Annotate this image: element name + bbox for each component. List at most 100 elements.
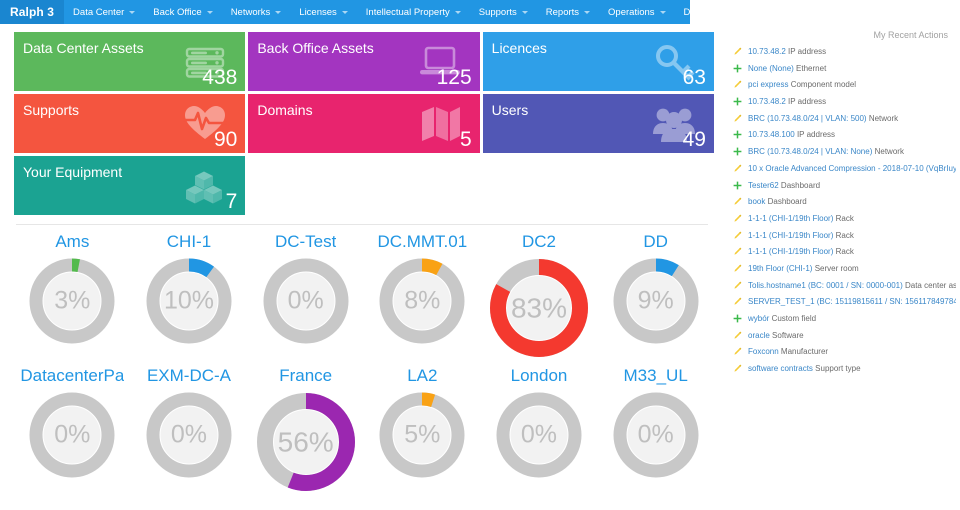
recent-action-text: SERVER_TEST_1 (BC: 15119815611 / SN: 156…: [748, 296, 956, 307]
recent-actions-title: My Recent Actions: [873, 30, 948, 40]
donut-ring: 3%: [28, 257, 116, 345]
donut-chart-dc2: DC2 83%: [481, 231, 598, 359]
recent-action-text: oracle Software: [748, 330, 804, 341]
nav-item-operations[interactable]: Operations: [599, 0, 674, 24]
recent-action-link[interactable]: 1-1-1 (CHI-1/19th Floor): [748, 247, 833, 256]
recent-action-link[interactable]: 10.73.48.2: [748, 97, 786, 106]
recent-action-kind: IP address: [796, 130, 836, 140]
nav-item-reports[interactable]: Reports: [537, 0, 599, 24]
donut-row-1: Ams 3% CHI-1 10% DC-Test 0% DC.MMT.01 8% DC2 83% D…: [14, 231, 714, 359]
tile-back-office-assets[interactable]: Back Office Assets 125: [248, 32, 480, 91]
pencil-icon: [732, 346, 742, 356]
recent-action-link[interactable]: Tolis.hostname1 (BC: 0001 / SN: 0000-001…: [748, 281, 903, 290]
nav-item-settings[interactable]: Settings: [755, 0, 818, 24]
nav-item-label: Back Office: [153, 6, 202, 18]
tile-users[interactable]: Users 49: [482, 94, 714, 153]
app-brand-logo[interactable]: Ralph 3: [0, 0, 65, 24]
donut-inner-disc: [43, 272, 101, 330]
donut-label[interactable]: France: [279, 365, 332, 387]
chevron-down-icon: [341, 10, 348, 14]
recent-action-link[interactable]: 1-1-1 (CHI-1/19th Floor): [748, 214, 833, 223]
tile-title: Domains: [257, 102, 313, 118]
recent-action-link[interactable]: 19th Floor (CHI-1): [748, 264, 812, 273]
donut-label[interactable]: DC.MMT.01: [377, 231, 467, 253]
recent-action-link[interactable]: software contracts: [748, 364, 813, 373]
recent-action-link[interactable]: book: [748, 197, 765, 206]
recent-action-link[interactable]: BRC (10.73.48.0/24 | VLAN: None): [748, 147, 872, 156]
donut-chart-la2: LA2 5%: [364, 365, 481, 493]
recent-action-link[interactable]: pci express: [748, 80, 788, 89]
pencil-icon: [732, 163, 742, 173]
nav-item-data-center[interactable]: Data Center: [64, 0, 144, 24]
recent-action-link[interactable]: BRC (10.73.48.0/24 | VLAN: 500): [748, 114, 867, 123]
recent-action-text: 1-1-1 (CHI-1/19th Floor) Rack: [748, 213, 854, 224]
tile-title: Supports: [23, 102, 80, 118]
donut-ring: 56%: [255, 391, 357, 493]
donut-chart-datacenterpa: DatacenterPa 0%: [14, 365, 131, 493]
donut-label[interactable]: London: [511, 365, 568, 387]
donut-label[interactable]: CHI-1: [167, 231, 211, 253]
tile-licences[interactable]: Licences 63: [482, 32, 714, 91]
nav-item-licenses[interactable]: Licenses: [290, 0, 357, 24]
tile-count: 90: [213, 128, 238, 151]
recent-action-item: oracle Software: [732, 330, 956, 341]
nav-item-dashboards[interactable]: Dashboards: [675, 0, 755, 24]
tile-data-center-assets[interactable]: Data Center Assets 438: [14, 32, 246, 91]
recent-action-link[interactable]: None (None): [748, 64, 794, 73]
recent-action-kind: Network: [874, 147, 904, 157]
recent-action-link[interactable]: Tester62: [748, 181, 779, 190]
recent-action-link[interactable]: 10.73.48.100: [748, 130, 795, 139]
donut-inner-disc: [393, 406, 451, 464]
pencil-icon: [732, 196, 742, 206]
donut-label[interactable]: DC-Test: [275, 231, 336, 253]
pencil-icon: [732, 296, 742, 306]
tile-placeholder: [483, 156, 714, 215]
tile-placeholder: [248, 156, 479, 215]
nav-item-supports[interactable]: Supports: [470, 0, 537, 24]
summary-tiles-grid: Data Center Assets 438 Back Office Assets 1…: [14, 32, 714, 215]
recent-action-link[interactable]: Foxconn: [748, 347, 779, 356]
pencil-icon: [732, 263, 742, 273]
plus-icon: [732, 313, 742, 323]
plus-icon: [732, 180, 742, 190]
tile-domains[interactable]: Domains 5: [248, 94, 480, 153]
chevron-down-icon: [659, 10, 666, 14]
nav-item-networks[interactable]: Networks: [222, 0, 291, 24]
plus-icon: [732, 96, 742, 106]
nav-item-label: Operations: [608, 6, 655, 18]
recent-action-kind: Rack: [835, 213, 854, 223]
recent-action-link[interactable]: wybór: [748, 314, 769, 323]
donut-ring: 10%: [145, 257, 233, 345]
nav-item-back-office[interactable]: Back Office: [144, 0, 221, 24]
tile-your-equipment[interactable]: Your Equipment 7: [14, 156, 246, 215]
tile-title: Your Equipment: [23, 164, 123, 180]
donut-label[interactable]: DC2: [522, 231, 556, 253]
donut-inner-disc: [506, 276, 571, 340]
recent-action-link[interactable]: 10.73.48.2: [748, 47, 786, 56]
chevron-down-icon: [206, 10, 213, 14]
recent-action-item: 19th Floor (CHI-1) Server room: [732, 263, 956, 274]
donut-ring: 0%: [612, 391, 700, 479]
recent-action-kind: Manufacturer: [780, 347, 829, 357]
recent-action-item: 10.73.48.100 IP address: [732, 129, 956, 140]
recent-action-text: 1-1-1 (CHI-1/19th Floor) Rack: [748, 246, 854, 257]
recent-action-link[interactable]: 10 x Oracle Advanced Compression - 2018-…: [748, 164, 956, 173]
nav-item-intellectual-property[interactable]: Intellectual Property: [357, 0, 470, 24]
recent-action-link[interactable]: oracle: [748, 331, 770, 340]
recent-action-text: BRC (10.73.48.0/24 | VLAN: None) Network: [748, 146, 904, 157]
recent-action-item: Foxconn Manufacturer: [732, 346, 956, 357]
donut-label[interactable]: LA2: [407, 365, 437, 387]
recent-action-link[interactable]: 1-1-1 (CHI-1/19th Floor): [748, 231, 833, 240]
donut-label[interactable]: M33_UL: [624, 365, 688, 387]
pencil-icon: [732, 280, 742, 290]
donut-label[interactable]: DatacenterPa: [20, 365, 124, 387]
donut-inner-disc: [510, 406, 568, 464]
plus-icon: [732, 146, 742, 156]
recent-action-link[interactable]: SERVER_TEST_1 (BC: 15119815611 / SN: 156…: [748, 297, 956, 306]
donut-label[interactable]: EXM-DC-A: [147, 365, 231, 387]
donut-label[interactable]: Ams: [55, 231, 89, 253]
recent-action-kind: Rack: [835, 247, 854, 257]
tile-supports[interactable]: Supports 90: [14, 94, 246, 153]
recent-action-text: 10 x Oracle Advanced Compression - 2018-…: [748, 163, 956, 174]
donut-label[interactable]: DD: [643, 231, 668, 253]
